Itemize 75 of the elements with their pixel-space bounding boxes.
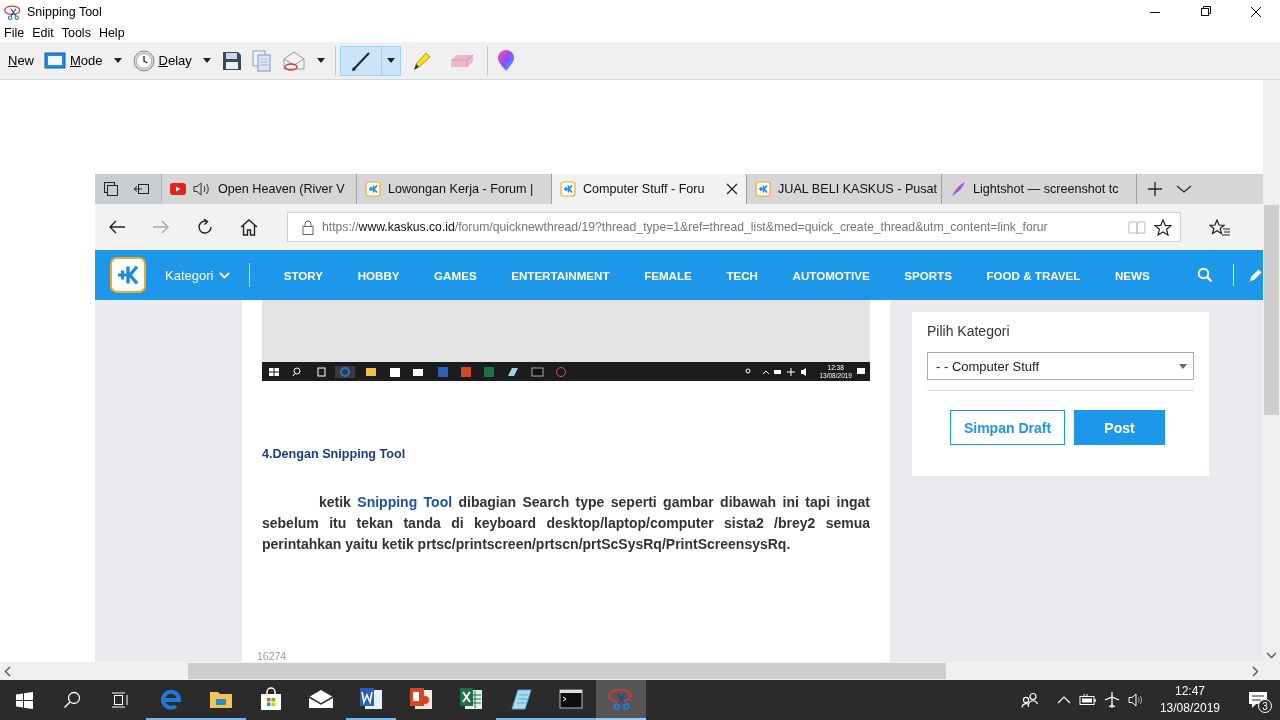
folder-icon [209,689,233,709]
copy-icon [251,49,272,72]
speaker-icon [193,182,211,196]
card-title: Pilih Kategori [927,323,1011,339]
people-icon[interactable] [1020,692,1039,708]
airplane-icon[interactable] [1102,691,1121,709]
paint-drop-icon[interactable] [496,49,515,72]
envelope-icon [308,689,334,709]
task-view-icon[interactable] [111,692,129,708]
caret-icon [386,58,395,63]
vertical-scrollbar[interactable] [1263,80,1280,662]
chevron-up-icon[interactable] [1056,696,1071,704]
paragraph: ketik Snipping Tool dibagian Search type seperti gambar dibawah ini tapi ingat sebelum itu tekan tanda di keyboard desktop/laptop/computer sista2 /brey2 semua perintahkan yaitu ketik prtsc/printscreen/prtscn/prtScSysRq/PrintScreensysRq. [262,493,870,554]
category-select[interactable]: - - Computer Stuff [927,352,1194,380]
toolbar-button[interactable]: Delay [127,45,197,76]
tabs-preview-icon[interactable] [103,181,119,197]
menu-item[interactable]: Tools [61,26,91,40]
volume-icon[interactable] [1127,693,1144,707]
eraser-icon [449,52,474,69]
address-bar[interactable]: https://www.kaskus.co.id/forum/quicknewthread/19?thread_type=1&ref=thread_list&med=quick_create_thread&utm_content=link_forur [287,212,1181,242]
menu-item[interactable]: Help [98,26,125,40]
window-icon [44,52,66,69]
scissors-icon [608,688,634,710]
windows-logo-icon[interactable] [15,691,33,709]
kaskus-logo-icon[interactable] [110,257,146,293]
dropdown-button[interactable] [380,45,401,76]
chevron-down-icon [219,271,231,279]
presentation-icon [409,687,433,711]
page-number: 16274 [257,650,287,662]
scroll-down-icon[interactable] [1266,652,1277,659]
save-icon [221,50,242,71]
scissors-icon [4,4,22,20]
feather-icon [950,181,966,197]
site-icon [365,181,381,197]
envelope-icon [281,49,306,72]
home-icon[interactable] [240,218,258,236]
clock-time[interactable]: 12:47 [1174,683,1205,700]
favorite-star-icon[interactable] [1154,218,1172,236]
window-title: Snipping Tool [27,5,102,19]
toolbar-button[interactable]: Mode [39,45,108,76]
play-icon [170,183,186,195]
horizontal-scrollbar[interactable] [0,662,1263,680]
terminal-icon [559,689,583,709]
caret-icon [1179,363,1187,369]
spreadsheet-icon [459,687,483,711]
lock-icon [302,219,314,235]
back-arrow-icon[interactable] [108,219,126,235]
close-icon[interactable] [726,183,738,195]
refresh-icon[interactable] [196,218,214,236]
scroll-left-icon[interactable] [4,665,11,677]
browser-tab[interactable]: Computer Stuff - Foru [552,174,747,204]
menu-item[interactable]: File [4,26,25,40]
notepad-icon [509,687,533,711]
notification-count: 3 [1258,699,1272,713]
favorites-list-icon[interactable] [1209,218,1231,236]
battery-icon[interactable] [1078,694,1097,706]
clock-icon [132,49,155,72]
document-icon [359,687,383,711]
menu-item[interactable]: Edit [32,26,54,40]
scroll-right-icon[interactable] [1252,665,1259,677]
toolbar-button[interactable]: New [3,45,39,76]
section-heading: 4.Dengan Snipping Tool [262,447,407,461]
link[interactable]: Snipping Tool [357,494,453,510]
notification-icon [856,366,866,377]
caret-icon [113,58,122,63]
caret-icon [202,58,211,63]
site-icon [560,181,576,197]
site-icon [755,181,771,197]
clock-date[interactable]: 13/08/2019 [1159,700,1220,717]
pen-tool-button[interactable] [339,45,382,76]
new-tab-icon[interactable] [1147,181,1163,197]
set-aside-icon[interactable] [133,182,149,196]
search-icon[interactable] [63,691,81,709]
caret-icon [316,58,325,63]
shopping-bag-icon [259,687,283,711]
